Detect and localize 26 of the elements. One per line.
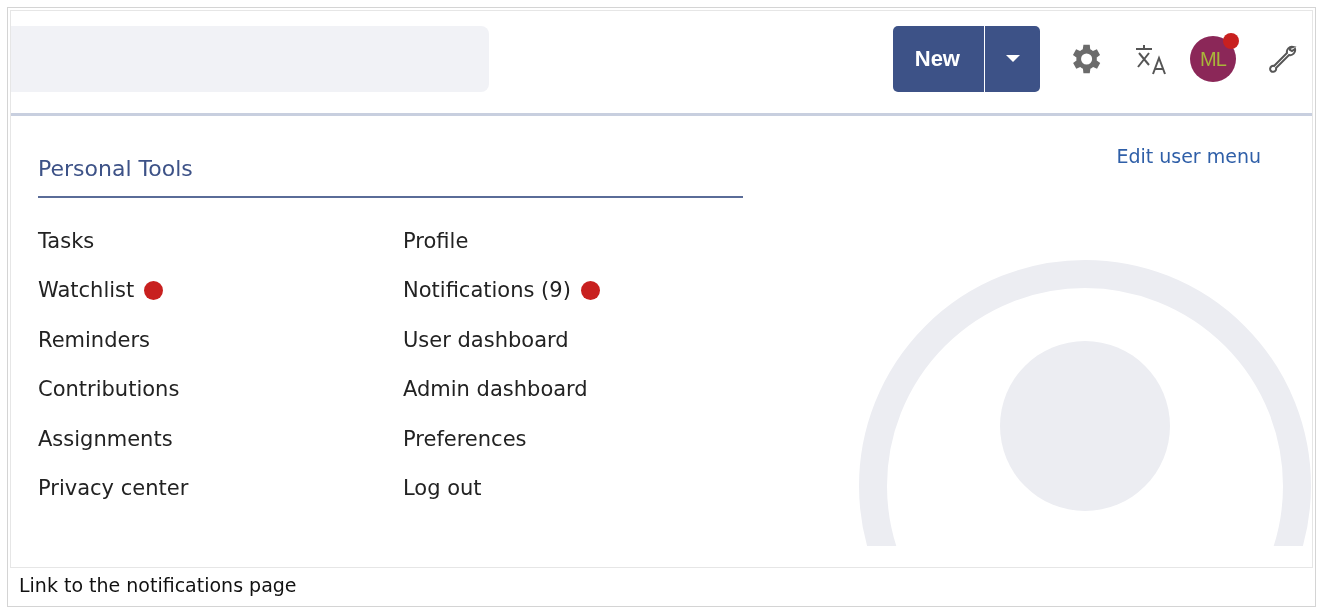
menu-link[interactable]: Assignments [38, 426, 173, 451]
translate-icon [1134, 43, 1168, 75]
menu-link[interactable]: User dashboard [403, 327, 569, 352]
dropdown-button[interactable] [984, 26, 1040, 92]
menu-link[interactable]: Privacy center [38, 476, 189, 500]
menu-link[interactable]: Watchlist [38, 278, 135, 302]
menu-link[interactable]: Notifications (9) [403, 278, 571, 302]
user-avatar[interactable]: ML [1190, 36, 1236, 82]
menu-link[interactable]: Admin dashboard [403, 377, 588, 401]
search-field[interactable] [11, 26, 489, 92]
wrench-icon [1266, 43, 1298, 75]
menu-link[interactable]: Log out [403, 476, 482, 500]
caret-icon [1005, 55, 1020, 63]
edit-user-menu-link[interactable]: Edit user menu [1116, 145, 1261, 169]
menu-link[interactable]: Preferences [403, 426, 527, 451]
menu-link[interactable]: Profile [403, 228, 469, 253]
new-button[interactable]: New [892, 26, 984, 92]
translate-button[interactable] [1134, 43, 1168, 75]
menu-link[interactable]: Contributions [38, 377, 180, 401]
notification-dot [580, 280, 600, 300]
menu-link[interactable]: Tasks [38, 228, 95, 253]
caption: Link to the notifications page [18, 573, 298, 596]
menu-title: Personal Tools [38, 156, 743, 198]
notification-dot [144, 280, 164, 300]
menu-link[interactable]: Reminders [38, 327, 150, 352]
wrench-button[interactable] [1266, 43, 1298, 75]
